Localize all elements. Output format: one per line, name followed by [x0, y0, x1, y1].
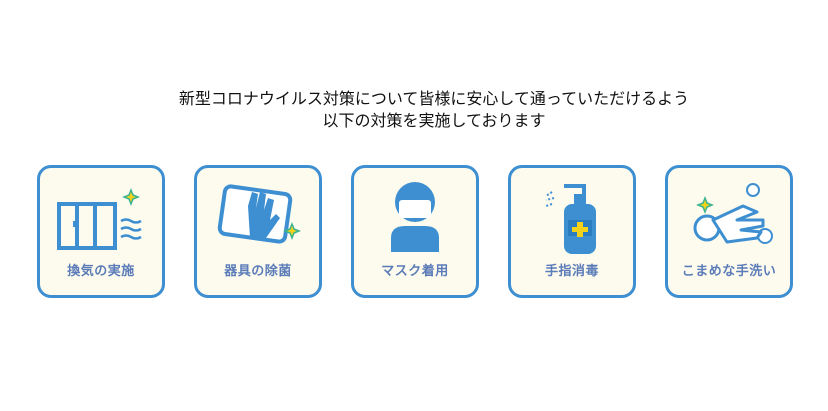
measure-card-disinfect-equipment: 器具の除菌: [194, 165, 322, 298]
measure-card-hand-washing: こまめな手洗い: [665, 165, 793, 298]
hand-washing-icon: [693, 183, 773, 244]
measure-card-mask: マスク着用: [351, 165, 479, 298]
notice-line-1: 新型コロナウイルス対策について皆様に安心して通っていただけるよう: [178, 89, 690, 108]
window-ventilation-icon: [57, 187, 142, 250]
measure-label: 器具の除菌: [224, 264, 292, 279]
measure-label: 換気の実施: [67, 264, 135, 279]
notice-line-2: 以下の対策を実施しております: [322, 111, 546, 130]
person-mask-icon: [391, 182, 439, 252]
measure-label: こまめな手洗い: [681, 264, 777, 279]
measure-card-ventilation: 換気の実施: [37, 165, 165, 298]
sanitizer-bottle-icon: [545, 184, 596, 254]
measure-label: 手指消毒: [544, 264, 599, 279]
hand-wiping-icon: [217, 184, 302, 244]
measure-label: マスク着用: [381, 264, 449, 279]
notice-heading: 新型コロナウイルス対策について皆様に安心して通っていただけるよう 以下の対策を実…: [0, 88, 828, 132]
measure-card-hand-sanitizer: 手指消毒: [508, 165, 636, 298]
